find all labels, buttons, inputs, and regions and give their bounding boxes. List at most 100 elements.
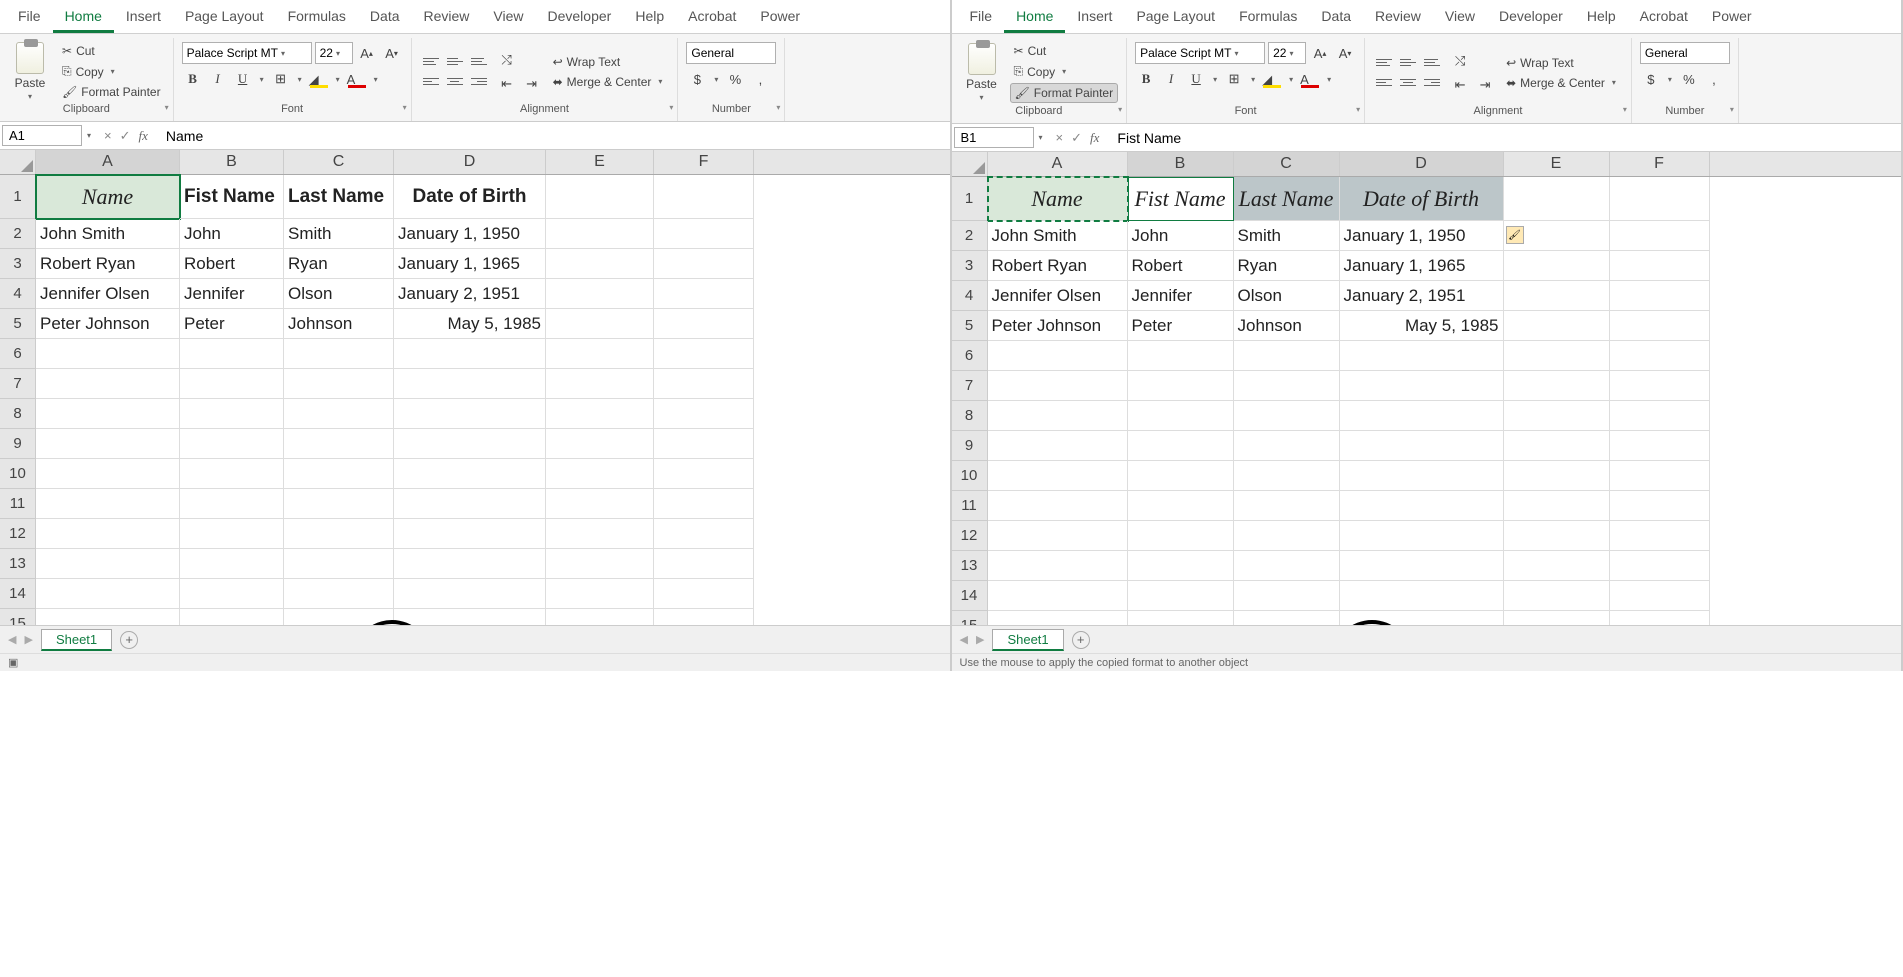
col-header-B[interactable]: B — [1128, 152, 1234, 176]
row-header-5[interactable]: 5 — [0, 309, 36, 339]
currency-button[interactable]: $ — [1640, 68, 1662, 90]
cell-D4[interactable]: January 2, 1951 — [394, 279, 546, 309]
tab-file[interactable]: File — [958, 2, 1005, 33]
col-header-E[interactable]: E — [546, 150, 654, 174]
cell-D1[interactable]: Date of Birth — [394, 175, 546, 219]
cell-B5[interactable]: Peter — [180, 309, 284, 339]
cell-B2[interactable]: John — [1128, 221, 1234, 251]
tab-help[interactable]: Help — [623, 2, 676, 33]
indent-inc-icon[interactable]: ⇥ — [1474, 74, 1496, 96]
merge-center-button[interactable]: ⬌Merge & Center▾ — [1502, 74, 1623, 92]
cell-F1[interactable] — [654, 175, 754, 219]
comma-button[interactable]: , — [1703, 68, 1725, 90]
cell-C3[interactable]: Ryan — [1234, 251, 1340, 281]
copy-button[interactable]: ⎘Copy▾ — [58, 62, 165, 81]
tab-data[interactable]: Data — [1309, 2, 1363, 33]
tab-view[interactable]: View — [481, 2, 535, 33]
row-header-2[interactable]: 2 — [0, 219, 36, 249]
italic-button[interactable]: I — [207, 68, 229, 90]
paste-button[interactable]: Paste ▾ — [960, 43, 1004, 102]
tab-view[interactable]: View — [1433, 2, 1487, 33]
name-box[interactable]: B1 — [954, 127, 1034, 148]
paste-button[interactable]: Paste ▾ — [8, 42, 52, 101]
tab-acrobat[interactable]: Acrobat — [676, 2, 748, 33]
wrap-text-button[interactable]: ↩Wrap Text — [549, 53, 670, 71]
cell-B1[interactable]: Fist Name — [1128, 177, 1234, 221]
cut-button[interactable]: ✂Cut — [58, 42, 165, 60]
formula-input[interactable]: Fist Name — [1109, 128, 1901, 148]
sheet-tab-sheet1[interactable]: Sheet1 — [41, 629, 112, 651]
merge-center-button[interactable]: ⬌Merge & Center▾ — [549, 73, 670, 91]
cell-A1[interactable]: Name — [988, 177, 1128, 221]
row-header-4[interactable]: 4 — [952, 281, 988, 311]
cell-B1[interactable]: Fist Name — [180, 175, 284, 219]
tab-home[interactable]: Home — [53, 2, 114, 33]
tab-page-layout[interactable]: Page Layout — [1124, 2, 1227, 33]
format-painter-button[interactable]: 🖌Format Painter — [1010, 83, 1119, 103]
sheet-tab-sheet1[interactable]: Sheet1 — [992, 629, 1063, 651]
row-header-1[interactable]: 1 — [952, 177, 988, 221]
percent-button[interactable]: % — [724, 68, 746, 90]
sheet-nav-prev[interactable]: ◀ — [960, 633, 968, 646]
cell-C1[interactable]: Last Name — [284, 175, 394, 219]
cell-B4[interactable]: Jennifer — [1128, 281, 1234, 311]
wrap-text-button[interactable]: ↩Wrap Text — [1502, 54, 1623, 72]
tab-developer[interactable]: Developer — [1487, 2, 1575, 33]
cell-D3[interactable]: January 1, 1965 — [1340, 251, 1504, 281]
cell-B4[interactable]: Jennifer — [180, 279, 284, 309]
col-header-D[interactable]: D — [1340, 152, 1504, 176]
cell-B5[interactable]: Peter — [1128, 311, 1234, 341]
col-header-C[interactable]: C — [284, 150, 394, 174]
cell-A4[interactable]: Jennifer Olsen — [988, 281, 1128, 311]
row-header-3[interactable]: 3 — [0, 249, 36, 279]
cell-A5[interactable]: Peter Johnson — [36, 309, 180, 339]
font-size-select[interactable]: 22▾ — [315, 42, 353, 64]
tab-page-layout[interactable]: Page Layout — [173, 2, 276, 33]
percent-button[interactable]: % — [1678, 68, 1700, 90]
cell-D3[interactable]: January 1, 1965 — [394, 249, 546, 279]
col-header-B[interactable]: B — [180, 150, 284, 174]
cell-D5[interactable]: May 5, 1985 — [394, 309, 546, 339]
grow-font-icon[interactable]: A▴ — [1309, 42, 1331, 64]
col-header-A[interactable]: A — [36, 150, 180, 174]
fill-color-button[interactable]: ◢ — [1261, 68, 1283, 90]
currency-button[interactable]: $ — [686, 68, 708, 90]
tab-review[interactable]: Review — [1363, 2, 1433, 33]
col-header-C[interactable]: C — [1234, 152, 1340, 176]
align-top-icon[interactable] — [420, 53, 442, 71]
comma-button[interactable]: , — [749, 68, 771, 90]
tab-power[interactable]: Power — [748, 2, 812, 33]
cell-C1[interactable]: Last Name — [1234, 177, 1340, 221]
align-right-icon[interactable] — [468, 73, 490, 91]
cell-E1[interactable] — [546, 175, 654, 219]
cell-B2[interactable]: John — [180, 219, 284, 249]
number-format-select[interactable]: General — [1640, 42, 1730, 64]
formula-input[interactable]: Name — [158, 126, 950, 146]
align-bottom-icon[interactable] — [468, 53, 490, 71]
indent-dec-icon[interactable]: ⇤ — [1449, 74, 1471, 96]
cell-D4[interactable]: January 2, 1951 — [1340, 281, 1504, 311]
tab-insert[interactable]: Insert — [1065, 2, 1124, 33]
select-all-corner[interactable] — [952, 152, 988, 176]
cell-B3[interactable]: Robert — [180, 249, 284, 279]
cell-F1[interactable] — [1610, 177, 1710, 221]
cell-C5[interactable]: Johnson — [284, 309, 394, 339]
name-box[interactable]: A1 — [2, 125, 82, 146]
cancel-icon[interactable]: × — [1056, 130, 1064, 145]
bold-button[interactable]: B — [1135, 68, 1157, 90]
col-header-D[interactable]: D — [394, 150, 546, 174]
font-name-select[interactable]: Palace Script MT▾ — [182, 42, 312, 64]
tab-review[interactable]: Review — [412, 2, 482, 33]
cell-B3[interactable]: Robert — [1128, 251, 1234, 281]
select-all-corner[interactable] — [0, 150, 36, 174]
bold-button[interactable]: B — [182, 68, 204, 90]
cell-A2[interactable]: John Smith — [988, 221, 1128, 251]
tab-acrobat[interactable]: Acrobat — [1628, 2, 1700, 33]
col-header-F[interactable]: F — [654, 150, 754, 174]
tab-file[interactable]: File — [6, 2, 53, 33]
cell-A4[interactable]: Jennifer Olsen — [36, 279, 180, 309]
underline-button[interactable]: U — [1185, 68, 1207, 90]
alignment-grid[interactable] — [420, 53, 490, 91]
enter-icon[interactable]: ✓ — [120, 128, 131, 144]
font-name-select[interactable]: Palace Script MT▾ — [1135, 42, 1265, 64]
